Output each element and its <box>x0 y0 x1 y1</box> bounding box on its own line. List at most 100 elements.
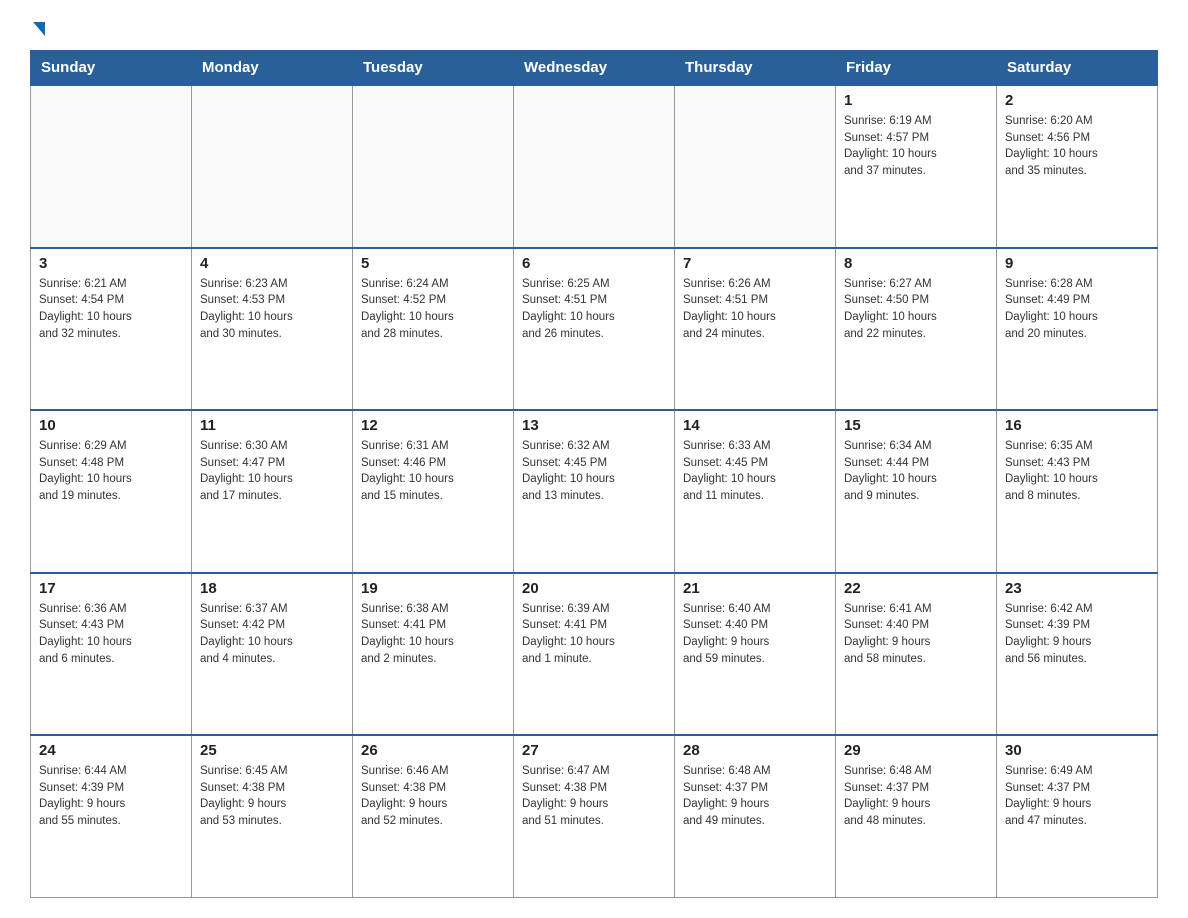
day-info: Sunrise: 6:21 AMSunset: 4:54 PMDaylight:… <box>39 276 183 343</box>
page: SundayMondayTuesdayWednesdayThursdayFrid… <box>0 0 1188 918</box>
day-number: 28 <box>683 742 827 759</box>
calendar-cell: 27Sunrise: 6:47 AMSunset: 4:38 PMDayligh… <box>514 735 675 898</box>
day-info: Sunrise: 6:30 AMSunset: 4:47 PMDaylight:… <box>200 438 344 505</box>
day-number: 11 <box>200 417 344 434</box>
day-number: 21 <box>683 580 827 597</box>
day-info: Sunrise: 6:38 AMSunset: 4:41 PMDaylight:… <box>361 601 505 668</box>
calendar-day-header: Thursday <box>675 51 836 86</box>
day-info: Sunrise: 6:36 AMSunset: 4:43 PMDaylight:… <box>39 601 183 668</box>
calendar-cell: 30 Sunrise: 6:49 AMSunset: 4:37 PMDayligh… <box>997 735 1158 898</box>
day-number: 9 <box>1005 255 1149 272</box>
calendar-cell: 6 Sunrise: 6:25 AMSunset: 4:51 PMDaylight… <box>514 248 675 411</box>
day-info: Sunrise: 6:28 AMSunset: 4:49 PMDaylight:… <box>1005 276 1149 343</box>
day-number: 24 <box>39 742 183 759</box>
day-info: Sunrise: 6:40 AMSunset: 4:40 PMDaylight:… <box>683 601 827 668</box>
calendar-cell: 23Sunrise: 6:42 AMSunset: 4:39 PMDayligh… <box>997 573 1158 736</box>
day-number: 7 <box>683 255 827 272</box>
calendar-cell: 17Sunrise: 6:36 AMSunset: 4:43 PMDayligh… <box>31 573 192 736</box>
calendar-cell: 9 Sunrise: 6:28 AMSunset: 4:49 PMDaylight… <box>997 248 1158 411</box>
day-number: 8 <box>844 255 988 272</box>
day-info: Sunrise: 6:48 AMSunset: 4:37 PMDaylight:… <box>844 763 988 830</box>
calendar-cell <box>192 85 353 248</box>
day-info: Sunrise: 6:39 AMSunset: 4:41 PMDaylight:… <box>522 601 666 668</box>
calendar-day-header: Tuesday <box>353 51 514 86</box>
day-number: 19 <box>361 580 505 597</box>
calendar-cell: 18 Sunrise: 6:37 AMSunset: 4:42 PMDayligh… <box>192 573 353 736</box>
calendar-cell <box>353 85 514 248</box>
day-number: 29 <box>844 742 988 759</box>
calendar-cell: 8 Sunrise: 6:27 AMSunset: 4:50 PMDaylight… <box>836 248 997 411</box>
calendar-cell: 7 Sunrise: 6:26 AMSunset: 4:51 PMDaylight… <box>675 248 836 411</box>
day-number: 4 <box>200 255 344 272</box>
day-info: Sunrise: 6:24 AMSunset: 4:52 PMDaylight:… <box>361 276 505 343</box>
day-info: Sunrise: 6:45 AMSunset: 4:38 PMDaylight:… <box>200 763 344 830</box>
calendar-cell: 24 Sunrise: 6:44 AMSunset: 4:39 PMDayligh… <box>31 735 192 898</box>
day-number: 16 <box>1005 417 1149 434</box>
day-number: 25 <box>200 742 344 759</box>
day-info: Sunrise: 6:37 AMSunset: 4:42 PMDaylight:… <box>200 601 344 668</box>
day-info: Sunrise: 6:34 AMSunset: 4:44 PMDaylight:… <box>844 438 988 505</box>
calendar-cell: 11 Sunrise: 6:30 AMSunset: 4:47 PMDayligh… <box>192 410 353 573</box>
calendar-cell: 21 Sunrise: 6:40 AMSunset: 4:40 PMDayligh… <box>675 573 836 736</box>
day-number: 15 <box>844 417 988 434</box>
day-info: Sunrise: 6:23 AMSunset: 4:53 PMDaylight:… <box>200 276 344 343</box>
day-number: 10 <box>39 417 183 434</box>
day-number: 22 <box>844 580 988 597</box>
day-info: Sunrise: 6:26 AMSunset: 4:51 PMDaylight:… <box>683 276 827 343</box>
calendar-day-header: Monday <box>192 51 353 86</box>
day-info: Sunrise: 6:47 AMSunset: 4:38 PMDaylight:… <box>522 763 666 830</box>
day-info: Sunrise: 6:27 AMSunset: 4:50 PMDaylight:… <box>844 276 988 343</box>
day-number: 5 <box>361 255 505 272</box>
calendar-cell: 28 Sunrise: 6:48 AMSunset: 4:37 PMDayligh… <box>675 735 836 898</box>
calendar-cell: 1Sunrise: 6:19 AMSunset: 4:57 PMDaylight… <box>836 85 997 248</box>
calendar-cell: 20 Sunrise: 6:39 AMSunset: 4:41 PMDayligh… <box>514 573 675 736</box>
calendar-cell: 19 Sunrise: 6:38 AMSunset: 4:41 PMDayligh… <box>353 573 514 736</box>
calendar-cell: 14 Sunrise: 6:33 AMSunset: 4:45 PMDayligh… <box>675 410 836 573</box>
calendar-week-row: 10 Sunrise: 6:29 AMSunset: 4:48 PMDayligh… <box>31 410 1158 573</box>
calendar-cell: 29 Sunrise: 6:48 AMSunset: 4:37 PMDayligh… <box>836 735 997 898</box>
calendar-cell: 12Sunrise: 6:31 AMSunset: 4:46 PMDayligh… <box>353 410 514 573</box>
day-info: Sunrise: 6:29 AMSunset: 4:48 PMDaylight:… <box>39 438 183 505</box>
calendar-cell <box>514 85 675 248</box>
day-info: Sunrise: 6:20 AMSunset: 4:56 PMDaylight:… <box>1005 113 1149 180</box>
calendar-cell: 3Sunrise: 6:21 AMSunset: 4:54 PMDaylight… <box>31 248 192 411</box>
day-number: 13 <box>522 417 666 434</box>
calendar-day-header: Friday <box>836 51 997 86</box>
calendar-day-header: Saturday <box>997 51 1158 86</box>
calendar-cell: 5 Sunrise: 6:24 AMSunset: 4:52 PMDaylight… <box>353 248 514 411</box>
day-info: Sunrise: 6:41 AMSunset: 4:40 PMDaylight:… <box>844 601 988 668</box>
day-info: Sunrise: 6:25 AMSunset: 4:51 PMDaylight:… <box>522 276 666 343</box>
calendar-table: SundayMondayTuesdayWednesdayThursdayFrid… <box>30 50 1158 898</box>
day-info: Sunrise: 6:49 AMSunset: 4:37 PMDaylight:… <box>1005 763 1149 830</box>
calendar-cell: 10 Sunrise: 6:29 AMSunset: 4:48 PMDayligh… <box>31 410 192 573</box>
day-number: 2 <box>1005 92 1149 109</box>
day-number: 20 <box>522 580 666 597</box>
day-number: 14 <box>683 417 827 434</box>
calendar-cell: 25 Sunrise: 6:45 AMSunset: 4:38 PMDayligh… <box>192 735 353 898</box>
day-number: 18 <box>200 580 344 597</box>
logo <box>30 20 45 32</box>
day-info: Sunrise: 6:32 AMSunset: 4:45 PMDaylight:… <box>522 438 666 505</box>
day-number: 6 <box>522 255 666 272</box>
calendar-cell: 16Sunrise: 6:35 AMSunset: 4:43 PMDayligh… <box>997 410 1158 573</box>
calendar-cell: 15 Sunrise: 6:34 AMSunset: 4:44 PMDayligh… <box>836 410 997 573</box>
day-info: Sunrise: 6:44 AMSunset: 4:39 PMDaylight:… <box>39 763 183 830</box>
calendar-cell: 22 Sunrise: 6:41 AMSunset: 4:40 PMDayligh… <box>836 573 997 736</box>
calendar-week-row: 24 Sunrise: 6:44 AMSunset: 4:39 PMDayligh… <box>31 735 1158 898</box>
day-info: Sunrise: 6:33 AMSunset: 4:45 PMDaylight:… <box>683 438 827 505</box>
logo-top <box>30 20 45 36</box>
calendar-week-row: 1Sunrise: 6:19 AMSunset: 4:57 PMDaylight… <box>31 85 1158 248</box>
day-info: Sunrise: 6:42 AMSunset: 4:39 PMDaylight:… <box>1005 601 1149 668</box>
day-number: 1 <box>844 92 988 109</box>
calendar-cell: 4 Sunrise: 6:23 AMSunset: 4:53 PMDaylight… <box>192 248 353 411</box>
calendar-cell: 26Sunrise: 6:46 AMSunset: 4:38 PMDayligh… <box>353 735 514 898</box>
calendar-cell: 13 Sunrise: 6:32 AMSunset: 4:45 PMDayligh… <box>514 410 675 573</box>
day-number: 30 <box>1005 742 1149 759</box>
calendar-header-row: SundayMondayTuesdayWednesdayThursdayFrid… <box>31 51 1158 86</box>
day-info: Sunrise: 6:31 AMSunset: 4:46 PMDaylight:… <box>361 438 505 505</box>
calendar-week-row: 3Sunrise: 6:21 AMSunset: 4:54 PMDaylight… <box>31 248 1158 411</box>
day-info: Sunrise: 6:48 AMSunset: 4:37 PMDaylight:… <box>683 763 827 830</box>
calendar-cell: 2 Sunrise: 6:20 AMSunset: 4:56 PMDaylight… <box>997 85 1158 248</box>
logo-arrow-icon <box>33 22 45 36</box>
calendar-cell <box>675 85 836 248</box>
